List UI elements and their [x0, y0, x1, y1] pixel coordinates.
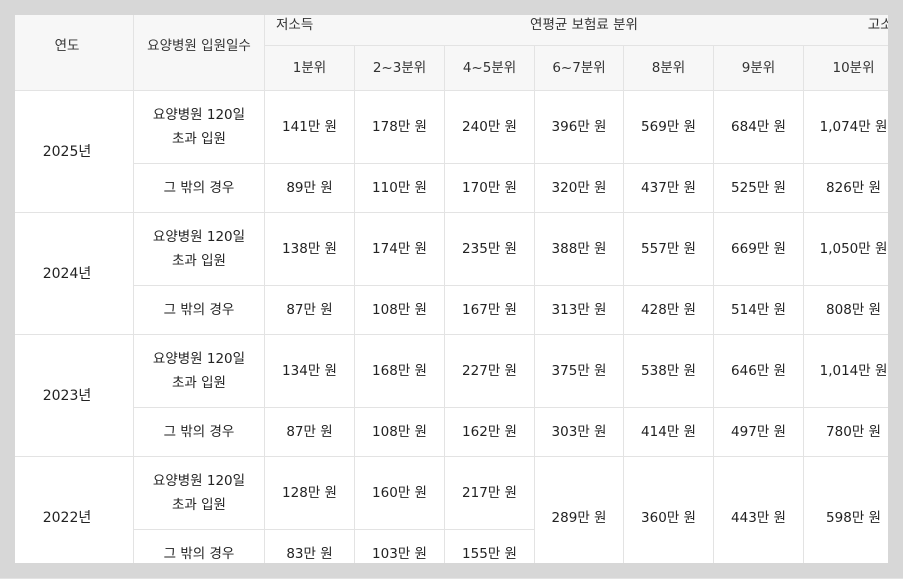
merged-value-cell: 360만 원 — [624, 457, 714, 579]
value-cell: 684만 원 — [714, 91, 804, 164]
value-cell: 217만 원 — [445, 457, 535, 530]
decile-header: 1분위 — [265, 46, 355, 91]
row-label-over-120-days: 요양병원 120일초과 입원 — [134, 335, 265, 408]
value-cell: 110만 원 — [355, 164, 445, 213]
copay-ceiling-table: 연도 요양병원 입원일수 저소득 연평균 보험료 분위 고소득 1분위 2~3분… — [0, 0, 903, 579]
value-cell: 168만 원 — [355, 335, 445, 408]
value-cell: 303만 원 — [535, 408, 624, 457]
value-cell: 108만 원 — [355, 286, 445, 335]
value-cell: 167만 원 — [445, 286, 535, 335]
row-label-over-120-days: 요양병원 120일초과 입원 — [134, 457, 265, 530]
decile-header: 6~7분위 — [535, 46, 624, 91]
value-cell: 162만 원 — [445, 408, 535, 457]
value-cell: 240만 원 — [445, 91, 535, 164]
value-cell: 414만 원 — [624, 408, 714, 457]
value-cell: 396만 원 — [535, 91, 624, 164]
merged-value-cell: 443만 원 — [714, 457, 804, 579]
frame-border-left — [0, 0, 15, 578]
frame-border-bottom — [0, 563, 903, 578]
row-label-other: 그 밖의 경우 — [134, 408, 265, 457]
table-row: 그 밖의 경우 87만 원 108만 원 162만 원 303만 원 414만 … — [1, 408, 903, 457]
value-cell: 160만 원 — [355, 457, 445, 530]
table-row: 2025년 요양병원 120일초과 입원 141만 원 178만 원 240만 … — [1, 91, 903, 164]
value-cell: 87만 원 — [265, 408, 355, 457]
value-cell: 375만 원 — [535, 335, 624, 408]
value-cell: 388만 원 — [535, 213, 624, 286]
decile-header: 2~3분위 — [355, 46, 445, 91]
value-cell: 569만 원 — [624, 91, 714, 164]
merged-value-cell: 289만 원 — [535, 457, 624, 579]
value-cell: 108만 원 — [355, 408, 445, 457]
table-row: 2024년 요양병원 120일초과 입원 138만 원 174만 원 235만 … — [1, 213, 903, 286]
value-cell: 437만 원 — [624, 164, 714, 213]
decile-header: 9분위 — [714, 46, 804, 91]
value-cell: 538만 원 — [624, 335, 714, 408]
value-cell: 174만 원 — [355, 213, 445, 286]
value-cell: 178만 원 — [355, 91, 445, 164]
value-cell: 497만 원 — [714, 408, 804, 457]
row-label-other: 그 밖의 경우 — [134, 286, 265, 335]
decile-header: 4~5분위 — [445, 46, 535, 91]
value-cell: 128만 원 — [265, 457, 355, 530]
value-cell: 313만 원 — [535, 286, 624, 335]
value-cell: 557만 원 — [624, 213, 714, 286]
value-cell: 320만 원 — [535, 164, 624, 213]
decile-header: 8분위 — [624, 46, 714, 91]
value-cell: 646만 원 — [714, 335, 804, 408]
year-cell: 2024년 — [1, 213, 134, 335]
value-cell: 428만 원 — [624, 286, 714, 335]
table-row: 그 밖의 경우 89만 원 110만 원 170만 원 320만 원 437만 … — [1, 164, 903, 213]
value-cell: 87만 원 — [265, 286, 355, 335]
row-label-over-120-days: 요양병원 120일초과 입원 — [134, 213, 265, 286]
value-cell: 525만 원 — [714, 164, 804, 213]
value-cell: 138만 원 — [265, 213, 355, 286]
year-cell: 2022년 — [1, 457, 134, 579]
value-cell: 134만 원 — [265, 335, 355, 408]
value-cell: 669만 원 — [714, 213, 804, 286]
band-title: 연평균 보험료 분위 — [265, 13, 903, 37]
value-cell: 89만 원 — [265, 164, 355, 213]
row-label-other: 그 밖의 경우 — [134, 164, 265, 213]
value-cell: 514만 원 — [714, 286, 804, 335]
value-cell: 141만 원 — [265, 91, 355, 164]
table-row: 2022년 요양병원 120일초과 입원 128만 원 160만 원 217만 … — [1, 457, 903, 530]
frame-border-top — [0, 0, 903, 15]
table-row: 그 밖의 경우 87만 원 108만 원 167만 원 313만 원 428만 … — [1, 286, 903, 335]
year-cell: 2025년 — [1, 91, 134, 213]
value-cell: 235만 원 — [445, 213, 535, 286]
frame-border-right — [888, 0, 903, 578]
value-cell: 170만 원 — [445, 164, 535, 213]
table-row: 2023년 요양병원 120일초과 입원 134만 원 168만 원 227만 … — [1, 335, 903, 408]
row-label-over-120-days: 요양병원 120일초과 입원 — [134, 91, 265, 164]
value-cell: 227만 원 — [445, 335, 535, 408]
year-cell: 2023년 — [1, 335, 134, 457]
